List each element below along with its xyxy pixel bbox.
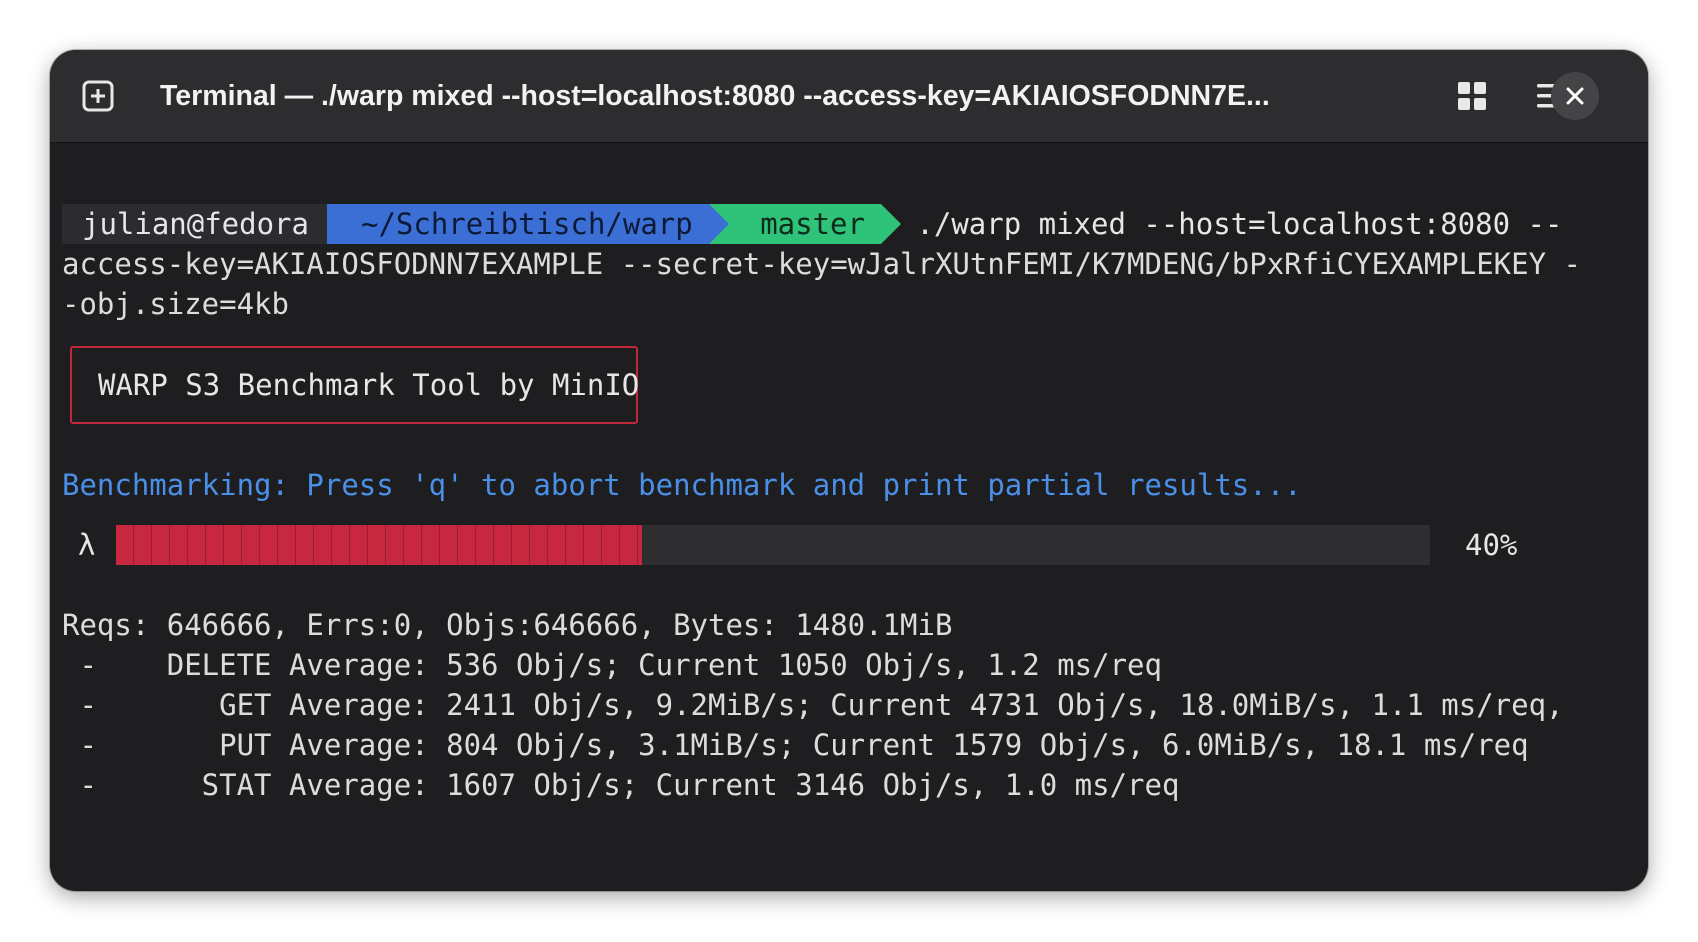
- command-text-line-2: access-key=AKIAIOSFODNN7EXAMPLE --secret…: [62, 247, 1581, 281]
- status-message: Benchmarking: Press 'q' to abort benchma…: [62, 468, 1302, 502]
- terminal-window: Terminal — ./warp mixed --host=localhost…: [50, 50, 1648, 891]
- prompt-user: julian@fedora: [62, 204, 327, 244]
- grid-view-button[interactable]: [1446, 70, 1498, 122]
- stats-get: - GET Average: 2411 Obj/s, 9.2MiB/s; Cur…: [62, 688, 1564, 722]
- progress-fill: [116, 525, 642, 565]
- grid-icon: [1458, 82, 1486, 110]
- terminal-content[interactable]: julian@fedora ~/Schreibtisch/warp master …: [62, 150, 1636, 891]
- lambda-icon: λ: [78, 528, 96, 562]
- stats-delete: - DELETE Average: 536 Obj/s; Current 105…: [62, 648, 1162, 682]
- command-text: ./warp mixed --host=localhost:8080 --: [898, 207, 1563, 241]
- progress-percent: 40%: [1465, 528, 1518, 562]
- progress-row: λ 40%: [62, 525, 1636, 565]
- close-button[interactable]: [1549, 70, 1601, 122]
- new-tab-icon: [82, 80, 114, 112]
- title-bar: Terminal — ./warp mixed --host=localhost…: [50, 50, 1648, 143]
- close-icon: [1566, 87, 1584, 105]
- prompt-git-branch: master: [708, 204, 901, 244]
- stats-summary: Reqs: 646666, Errs:0, Objs:646666, Bytes…: [62, 608, 953, 642]
- window-title: Terminal — ./warp mixed --host=localhost…: [160, 80, 1270, 112]
- stats-put: - PUT Average: 804 Obj/s, 3.1MiB/s; Curr…: [62, 728, 1529, 762]
- tool-banner: WARP S3 Benchmark Tool by MinIO: [70, 346, 639, 424]
- stats-stat: - STAT Average: 1607 Obj/s; Current 3146…: [62, 768, 1180, 802]
- progress-bar: [116, 525, 1430, 565]
- new-tab-button[interactable]: [72, 70, 124, 122]
- prompt-line: julian@fedora ~/Schreibtisch/warp master …: [62, 204, 1562, 244]
- prompt-path: ~/Schreibtisch/warp: [326, 204, 729, 244]
- command-text-line-3: -obj.size=4kb: [62, 287, 289, 321]
